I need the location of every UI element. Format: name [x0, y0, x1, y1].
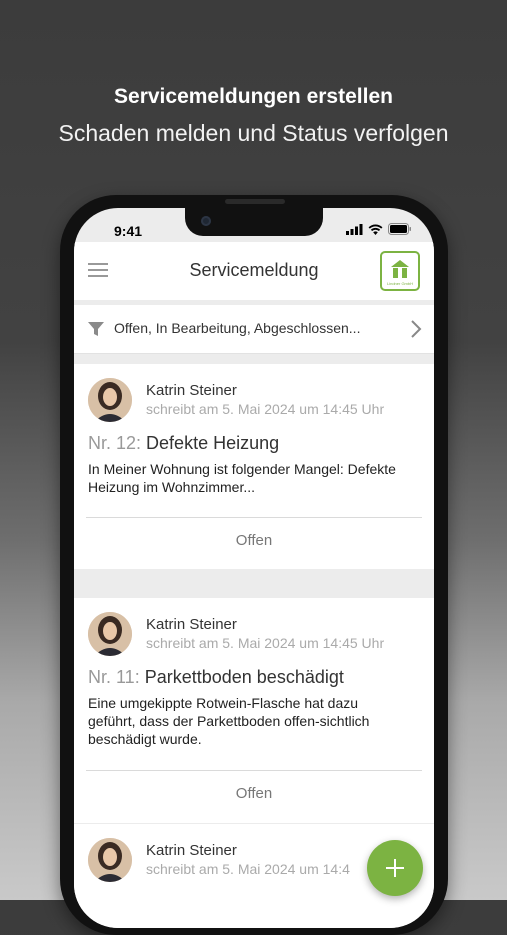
status-label: Offen: [235, 785, 273, 802]
plus-icon: [386, 859, 404, 877]
avatar: [88, 612, 132, 656]
logo-text: Lindner GmbH: [386, 281, 413, 286]
filter-bar[interactable]: Offen, In Bearbeitung, Abgeschlossen...: [74, 305, 434, 354]
ticket-title: Nr. 12: Defekte Heizung: [88, 433, 279, 454]
ticket-number: Nr. 11:: [88, 667, 140, 687]
promo-subtitle: Schaden melden und Status verfolgen: [58, 120, 449, 146]
phone-screen: 9:41 Servicemeldung Lindner GmbH Offen, …: [74, 208, 434, 928]
wifi-icon: [368, 224, 383, 235]
promo-title: Servicemeldungen erstellen: [114, 85, 393, 108]
ticket-title-text: Parkettboden beschädigt: [144, 667, 344, 687]
ticket-number: Nr. 12:: [88, 433, 142, 453]
app-header: Servicemeldung Lindner GmbH: [74, 242, 434, 300]
divider: [86, 770, 422, 771]
company-logo[interactable]: Lindner GmbH: [380, 251, 420, 291]
chevron-right-icon: [411, 320, 422, 338]
avatar: [88, 838, 132, 882]
divider: [86, 517, 422, 518]
ticket-meta: schreibt am 5. Mai 2024 um 14:4: [146, 861, 350, 877]
notch: [185, 208, 323, 236]
house-icon: [391, 260, 409, 278]
author-name: Katrin Steiner: [146, 382, 237, 399]
ticket-title: Nr. 11: Parkettboden beschädigt: [88, 667, 344, 688]
ticket-description: In Meiner Wohnung ist folgender Mangel: …: [88, 461, 396, 495]
signal-icon: [346, 223, 363, 235]
ticket-card[interactable]: Katrin Steiner schreibt am 5. Mai 2024 u…: [74, 598, 434, 823]
camera-icon: [201, 216, 211, 226]
author-name: Katrin Steiner: [146, 842, 237, 859]
status-icons: [346, 223, 412, 235]
battery-icon: [388, 223, 411, 235]
phone-frame: 9:41 Servicemeldung Lindner GmbH Offen, …: [60, 195, 448, 935]
ticket-meta: schreibt am 5. Mai 2024 um 14:45 Uhr: [146, 401, 385, 417]
ticket-description: Eine umgekippte Rotwein-Flasche hat dazu…: [88, 695, 370, 747]
ticket-meta: schreibt am 5. Mai 2024 um 14:45 Uhr: [146, 635, 385, 651]
filter-icon: [88, 322, 104, 336]
ticket-card[interactable]: Katrin Steiner schreibt am 5. Mai 2024 u…: [74, 364, 434, 569]
author-name: Katrin Steiner: [146, 616, 237, 633]
filter-text: Offen, In Bearbeitung, Abgeschlossen...: [114, 320, 361, 336]
ticket-title-text: Defekte Heizung: [146, 433, 280, 453]
add-ticket-button[interactable]: [367, 840, 423, 896]
status-time: 9:41: [114, 223, 143, 239]
avatar: [88, 378, 132, 422]
status-label: Offen: [235, 532, 273, 549]
phone-speaker: [225, 199, 285, 204]
